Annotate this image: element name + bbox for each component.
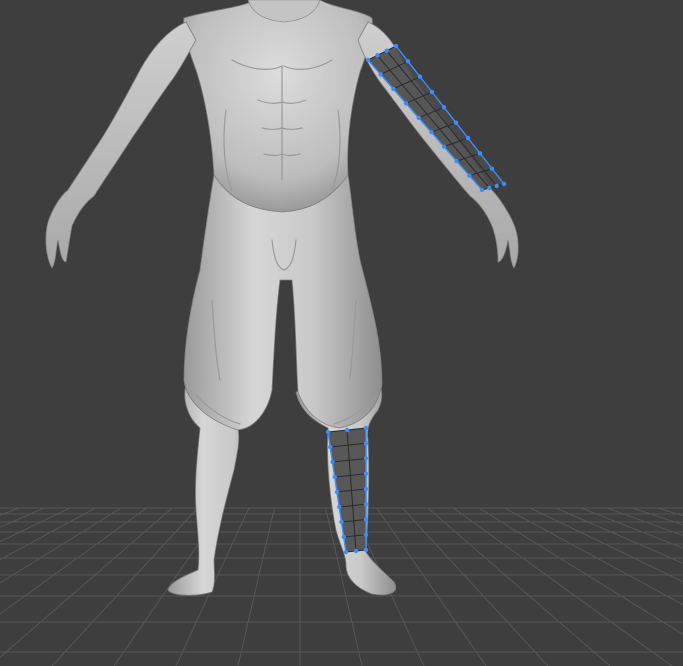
topology-vertex[interactable] bbox=[494, 183, 499, 189]
human-base-mesh[interactable] bbox=[45, 0, 519, 596]
topology-vertex[interactable] bbox=[487, 185, 492, 191]
hips[interactable] bbox=[183, 174, 383, 431]
torso[interactable] bbox=[183, 0, 373, 213]
3d-viewport[interactable] bbox=[0, 0, 683, 666]
viewport-canvas[interactable] bbox=[0, 0, 683, 666]
topology-vertex[interactable] bbox=[375, 53, 380, 58]
topology-vertex[interactable] bbox=[353, 548, 359, 554]
topology-vertex[interactable] bbox=[384, 48, 389, 53]
topology-fill bbox=[368, 46, 504, 190]
topology-border bbox=[367, 59, 483, 191]
topology-vertex[interactable] bbox=[344, 427, 350, 433]
arm-right[interactable] bbox=[45, 21, 197, 269]
topology-strip-left-forearm[interactable] bbox=[365, 43, 507, 193]
